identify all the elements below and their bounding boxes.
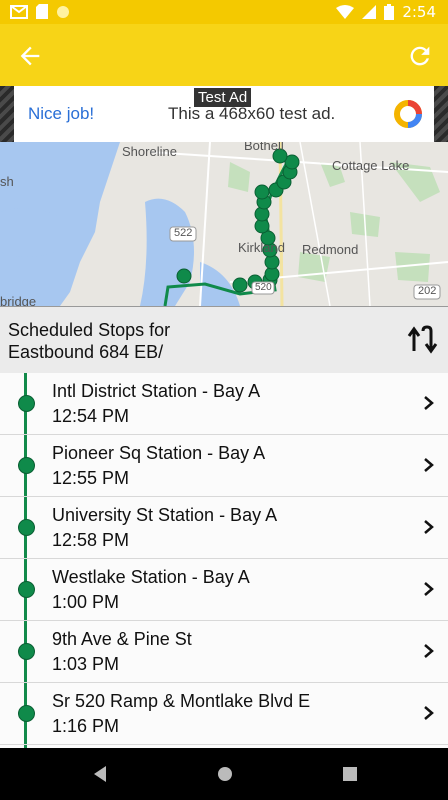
map-label-bothell: Bothell	[244, 142, 284, 153]
stop-time: 12:55 PM	[52, 468, 130, 488]
stop-row[interactable]: Pioneer Sq Station - Bay A 12:55 PM	[0, 435, 448, 497]
chevron-right-icon	[424, 520, 434, 534]
route-map[interactable]: Shoreline Bothell Cottage Lake Kirkland …	[0, 142, 448, 306]
ad-description: This a 468x60 test ad.	[168, 104, 336, 123]
stops-list[interactable]: Intl District Station - Bay A 12:54 PM P…	[0, 373, 448, 748]
chevron-right-icon	[424, 582, 434, 596]
stop-row[interactable]: University St Station - Bay A 12:58 PM	[0, 497, 448, 559]
stop-name: Pioneer Sq Station - Bay A	[52, 443, 266, 463]
map-label-kirkland: Kirkland	[238, 240, 285, 255]
stop-time: 12:54 PM	[52, 406, 130, 426]
stop-name: 9th Ave & Pine St	[52, 629, 192, 649]
sd-card-icon	[36, 4, 48, 19]
app-bar	[0, 24, 448, 86]
stop-time: 1:03 PM	[52, 654, 120, 674]
clock: 2:54	[402, 3, 436, 21]
gmail-icon	[10, 4, 28, 19]
map-label-522: 522	[174, 227, 193, 239]
ad-headline[interactable]: Nice job!	[28, 104, 94, 124]
stop-row[interactable]: Intl District Station - Bay A 12:54 PM	[0, 373, 448, 435]
map-label-shoreline: Shoreline	[122, 144, 177, 159]
map-label-bridge: bridge	[0, 294, 37, 306]
schedule-title-line1: Scheduled Stops for	[8, 320, 171, 340]
signal-icon	[362, 5, 377, 19]
stop-name: Westlake Station - Bay A	[52, 567, 250, 587]
stop-name: Sr 520 Ramp & Montlake Blvd E	[52, 691, 311, 711]
nav-recents-icon[interactable]	[342, 765, 358, 783]
stop-row[interactable]: 9th Ave & Pine St 1:03 PM	[0, 621, 448, 683]
chevron-right-icon	[424, 458, 434, 472]
stop-time: 1:00 PM	[52, 592, 120, 612]
stop-time: 1:16 PM	[52, 716, 120, 736]
stop-dot-icon	[18, 457, 35, 474]
stop-row[interactable]: Westlake Station - Bay A 1:00 PM	[0, 559, 448, 621]
stop-row[interactable]: Sr 520 Ramp & Montlake Blvd E 1:16 PM	[0, 683, 448, 745]
stop-time: 12:58 PM	[52, 530, 130, 550]
chevron-right-icon	[424, 396, 434, 410]
map-label-202: 202	[418, 285, 437, 297]
wifi-icon	[336, 5, 355, 19]
ad-border-right	[434, 86, 448, 142]
refresh-icon[interactable]	[406, 42, 434, 70]
system-nav-bar	[0, 748, 448, 800]
nav-back-icon[interactable]	[92, 765, 108, 783]
map-label-redmond: Redmond	[302, 242, 359, 257]
stop-dot-icon	[18, 643, 35, 660]
stop-dot-icon	[18, 395, 35, 412]
map-label-sh: sh	[0, 174, 14, 189]
test-ad-label: Test Ad	[194, 88, 252, 107]
stop-dot-icon	[18, 519, 35, 536]
ad-border-left	[0, 86, 14, 142]
stop-name: Intl District Station - Bay A	[52, 381, 261, 401]
map-label-cottage-lake: Cottage Lake	[332, 158, 410, 173]
stop-dot-icon	[18, 705, 35, 722]
battery-icon	[384, 4, 395, 20]
back-arrow-icon[interactable]	[16, 42, 44, 70]
stop-dot-icon	[18, 581, 35, 598]
chevron-right-icon	[424, 706, 434, 720]
stop-name: University St Station - Bay A	[52, 505, 278, 525]
schedule-title-line2: Eastbound 684 EB/	[8, 342, 164, 362]
ad-logo-icon	[394, 100, 422, 128]
map-label-520: 520	[255, 282, 272, 293]
status-bar: 2:54	[0, 0, 448, 24]
schedule-header: Scheduled Stops for Eastbound 684 EB/	[0, 306, 448, 374]
schedule-title: Scheduled Stops for Eastbound 684 EB/	[8, 319, 170, 363]
nav-home-icon[interactable]	[216, 765, 234, 783]
circle-status-icon	[57, 5, 69, 18]
chevron-right-icon	[424, 644, 434, 658]
swap-direction-icon[interactable]	[406, 323, 440, 357]
